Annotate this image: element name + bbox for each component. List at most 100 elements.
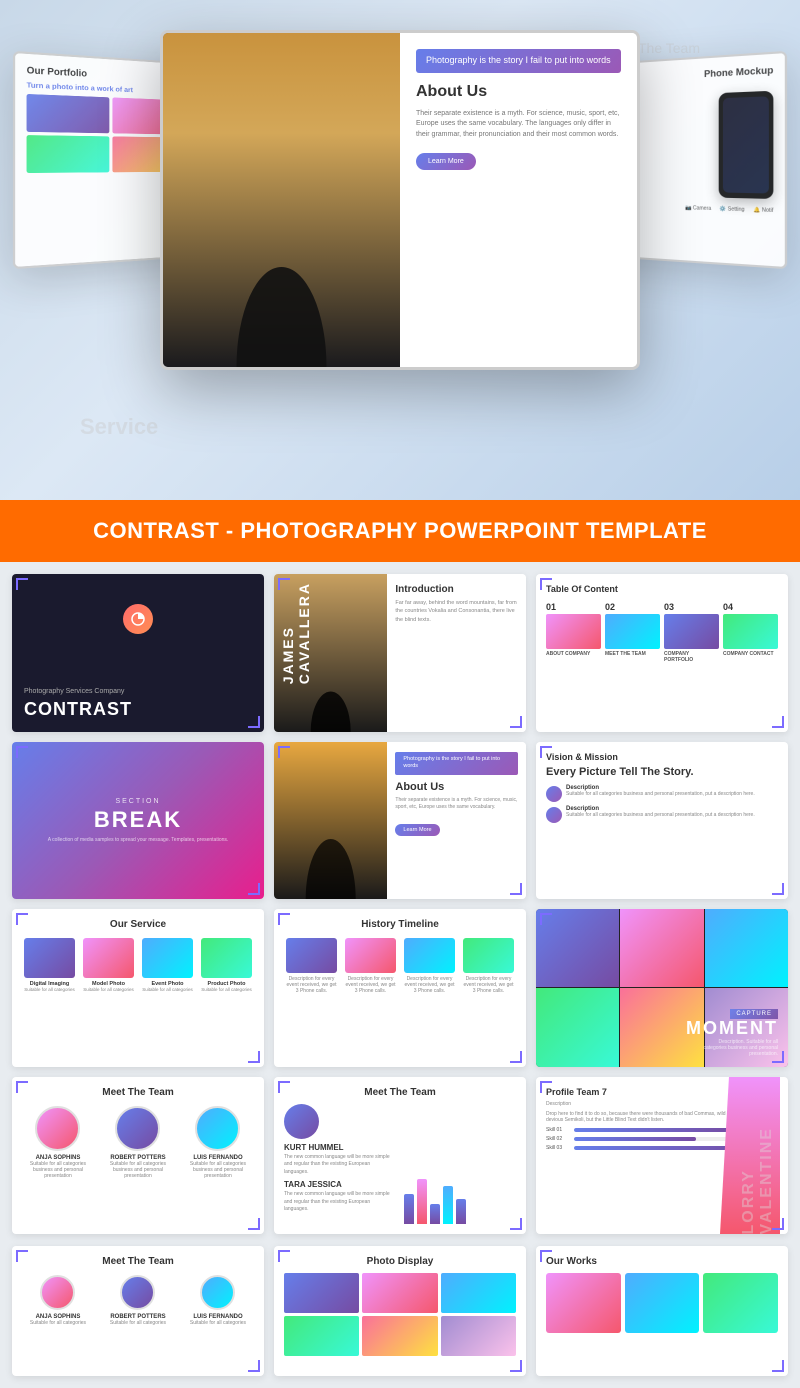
toc-img-2 [605,614,660,649]
vision-item-2: Description Suitable for all categories … [546,806,778,823]
moment-capture-label: CAPTURE [730,1009,778,1019]
photo-display-cell-2 [362,1273,437,1313]
screen-learn-btn[interactable]: Learn More [416,153,476,170]
screen-about-text: Their separate existence is a myth. For … [416,109,621,141]
team2-info: KURT HUMMEL The new common language will… [284,1104,396,1225]
service-img-4 [201,938,252,978]
moment-word: MOMENT [686,1019,778,1037]
moment-cell-4 [536,988,619,1066]
history-item-3: Description for every event received, we… [404,938,455,994]
bottom-team-members: ANJA SOPHINS Suitable for all categories… [22,1275,254,1326]
toc-title: Table Of Content [546,584,778,594]
history-item-1: Description for every event received, we… [286,938,337,994]
our-works-title: Our Works [546,1256,778,1267]
vision-big-text: Every Picture Tell The Story. [546,766,778,779]
hero-section: Our Portfolio Turn a photo into a work o… [0,0,800,500]
service-text-2: Suitable for all categories [83,987,134,992]
service-item-2: Model Photo Suitable for all categories [83,938,134,992]
service-item-4: Product Photo Suitable for all categorie… [201,938,252,992]
moment-overlay: CAPTURE MOMENT Description. Suitable for… [686,1009,778,1057]
contrast-subtitle: Photography Services Company [24,688,124,695]
moment-desc: Description. Suitable for all categories… [698,1039,778,1057]
photo-display-title: Photo Display [284,1256,516,1267]
photo-cell-4 [27,135,109,173]
intro-title: Introduction [395,584,518,595]
slide-profile: Profile Team 7 Description Drop here to … [536,1077,788,1235]
profile-vertical-name: LORRY VALENTINE [740,1077,776,1235]
service-item-3: Event Photo Suitable for all categories [142,938,193,992]
our-works-item-2 [625,1273,700,1333]
service-item-1: Digital Imaging Suitable for all categor… [24,938,75,992]
history-desc-2: Description for every event received, we… [345,976,396,994]
team2-person1-text: The new common language will be more sim… [284,1154,396,1177]
phone-label-camera: 📷 Camera [685,205,711,212]
photo-display-cell-6 [441,1316,516,1356]
bottom-role-3: Suitable for all categories [190,1320,246,1326]
our-works-items [546,1273,778,1333]
moment-cell-1 [536,909,619,987]
toc-grid: 01 ABOUT COMPANY 02 MEET THE TEAM 03 COM… [546,602,778,663]
bottom-role-1: Suitable for all categories [30,1320,86,1326]
slides-grid: Photography Services Company CONTRAST JA… [0,562,800,1246]
team2-person1-name: KURT HUMMEL [284,1143,396,1152]
break-title: BREAK [94,807,182,833]
history-img-1 [286,938,337,973]
team1-member-1: ANJA SOPHINS Suitable for all categories… [26,1106,91,1179]
team1-avatar-1 [35,1106,80,1151]
bottom-row: Meet The Team ANJA SOPHINS Suitable for … [0,1246,800,1388]
team2-content: KURT HUMMEL The new common language will… [284,1104,516,1225]
team1-member-2: ROBERT POTTERS Suitable for all categori… [106,1106,171,1179]
monitor-right-title: Phone Mockup [704,65,773,79]
history-img-2 [345,938,396,973]
team1-title: Meet The Team [22,1087,254,1098]
slide-about-us: Photography is the story I fail to put i… [274,742,526,900]
toc-item-3: 03 COMPANY PORTFOLIO [664,602,719,663]
bar-3 [430,1204,440,1224]
vision-title: Vision & Mission [546,752,778,762]
service-text-3: Suitable for all categories [142,987,193,992]
our-works-item-1 [546,1273,621,1333]
profile-bar-label-1: Skill 01 [546,1127,571,1133]
monitor-right-phone [719,91,774,199]
slide-our-service: Our Service Digital Imaging Suitable for… [12,909,264,1067]
screen-about-title: About Us [416,83,621,101]
bottom-team-member-2: ROBERT POTTERS Suitable for all categori… [106,1275,171,1326]
bg-text-service: Service [80,414,158,440]
screen-tag: Photography is the story I fail to put i… [416,49,621,73]
bar-2 [417,1179,427,1224]
photo-cell-1 [27,94,109,133]
slide-contrast: Photography Services Company CONTRAST [12,574,264,732]
about-silhouette [301,742,361,900]
title-banner-text: CONTRAST - PHOTOGRAPHY POWERPOINT TEMPLA… [93,518,707,544]
bottom-avatar-1 [40,1275,75,1310]
photo-display-grid [284,1273,516,1356]
profile-bar-label-3: Skill 03 [546,1145,571,1151]
our-works-item-3 [703,1273,778,1333]
profile-bar-label-2: Skill 02 [546,1136,571,1142]
slide-meet-team-2: Meet The Team KURT HUMMEL The new common… [274,1077,526,1235]
service-img-2 [83,938,134,978]
slide-meet-team-1: Meet The Team ANJA SOPHINS Suitable for … [12,1077,264,1235]
phone-labels: 📷 Camera ⚙️ Setting 🔔 Notif [685,205,773,214]
toc-item-1: 01 ABOUT COMPANY [546,602,601,663]
contrast-shutter-icon [123,604,153,634]
toc-img-3 [664,614,719,649]
bottom-avatar-3 [200,1275,235,1310]
service-text-1: Suitable for all categories [24,987,75,992]
about-title: About Us [395,781,518,793]
about-text: Their separate existence is a myth. For … [395,797,518,812]
slide-meet-team-bottom: Meet The Team ANJA SOPHINS Suitable for … [12,1246,264,1376]
about-btn[interactable]: Learn More [395,824,439,836]
photo-display-cell-4 [284,1316,359,1356]
vision-icon-1 [546,786,562,802]
profile-bar-fill-2 [574,1137,696,1141]
vision-icon-2 [546,807,562,823]
vision-item-text-2: Suitable for all categories business and… [566,812,755,818]
team2-title: Meet The Team [284,1087,516,1098]
vision-item-1: Description Suitable for all categories … [546,785,778,802]
history-img-3 [404,938,455,973]
contrast-title: CONTRAST [24,699,132,720]
moment-cell-3 [705,909,788,987]
break-subtext: A collection of media samples to spread … [38,837,239,843]
team1-avatar-2 [115,1106,160,1151]
